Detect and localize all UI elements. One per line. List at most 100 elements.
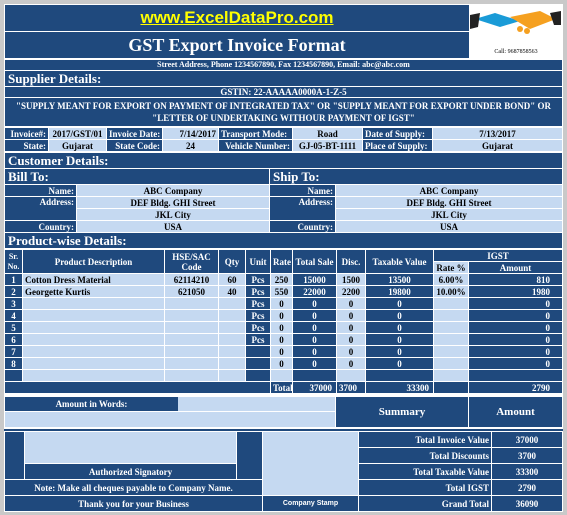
cell-sr[interactable]: 1: [4, 273, 23, 286]
cell-disc[interactable]: 1500: [336, 273, 366, 286]
cell-desc[interactable]: [22, 369, 165, 382]
cell-sr[interactable]: [4, 369, 23, 382]
cell-qty[interactable]: 40: [218, 285, 246, 298]
cell-rate[interactable]: [270, 369, 293, 382]
cell-igst-amount[interactable]: [468, 369, 563, 382]
cell-igst-rate[interactable]: [433, 321, 469, 334]
cell-igst-amount[interactable]: 0: [468, 345, 563, 358]
cell-desc[interactable]: [22, 345, 165, 358]
cell-disc[interactable]: 0: [336, 321, 366, 334]
cell-disc[interactable]: 0: [336, 357, 366, 370]
cell-code[interactable]: [164, 297, 219, 310]
cell-igst-rate[interactable]: [433, 357, 469, 370]
cell-rate[interactable]: 0: [270, 321, 293, 334]
cell-code[interactable]: [164, 345, 219, 358]
cell-disc[interactable]: 0: [336, 309, 366, 322]
cell-disc[interactable]: 0: [336, 345, 366, 358]
cell-qty[interactable]: [218, 357, 246, 370]
cell-igst-rate[interactable]: 6.00%: [433, 273, 469, 286]
cell-qty[interactable]: 60: [218, 273, 246, 286]
amount-words-value[interactable]: [4, 411, 336, 428]
cell-igst-rate[interactable]: [433, 369, 469, 382]
cell-unit[interactable]: Pcs: [245, 321, 271, 334]
cell-disc[interactable]: 2200: [336, 285, 366, 298]
cell-igst-amount[interactable]: 0: [468, 297, 563, 310]
cell-igst-amount[interactable]: 0: [468, 309, 563, 322]
cell-igst-rate[interactable]: [433, 309, 469, 322]
cell-disc[interactable]: [336, 369, 366, 382]
signature-area[interactable]: [24, 431, 237, 464]
cell-total[interactable]: 22000: [292, 285, 337, 298]
cell-desc[interactable]: Cotton Dress Material: [22, 273, 165, 286]
cell-qty[interactable]: [218, 297, 246, 310]
cell-rate[interactable]: 0: [270, 357, 293, 370]
cell-unit[interactable]: [245, 345, 271, 358]
cell-desc[interactable]: [22, 297, 165, 310]
cell-unit[interactable]: Pcs: [245, 297, 271, 310]
cell-code[interactable]: [164, 321, 219, 334]
cell-taxable[interactable]: 0: [365, 357, 434, 370]
cell-igst-amount[interactable]: 810: [468, 273, 563, 286]
cell-total[interactable]: 0: [292, 333, 337, 346]
cell-code[interactable]: 621050: [164, 285, 219, 298]
cell-taxable[interactable]: 19800: [365, 285, 434, 298]
cell-igst-amount[interactable]: 0: [468, 321, 563, 334]
cell-qty[interactable]: [218, 309, 246, 322]
cell-unit[interactable]: Pcs: [245, 285, 271, 298]
cell-desc[interactable]: [22, 333, 165, 346]
cell-code[interactable]: [164, 369, 219, 382]
cell-unit[interactable]: [245, 369, 271, 382]
cell-total[interactable]: 0: [292, 309, 337, 322]
cell-rate[interactable]: 0: [270, 309, 293, 322]
cell-desc[interactable]: [22, 309, 165, 322]
cell-desc[interactable]: Georgette Kurtis: [22, 285, 165, 298]
cell-taxable[interactable]: [365, 369, 434, 382]
cell-igst-amount[interactable]: 0: [468, 333, 563, 346]
cell-unit[interactable]: Pcs: [245, 333, 271, 346]
cell-total[interactable]: [292, 369, 337, 382]
cell-igst-amount[interactable]: 0: [468, 357, 563, 370]
cell-qty[interactable]: [218, 345, 246, 358]
cell-sr[interactable]: 3: [4, 297, 23, 310]
cell-code[interactable]: 62114210: [164, 273, 219, 286]
website-link[interactable]: www.ExcelDataPro.com: [4, 4, 470, 32]
cell-sr[interactable]: 2: [4, 285, 23, 298]
cell-disc[interactable]: 0: [336, 297, 366, 310]
cell-total[interactable]: 0: [292, 357, 337, 370]
stamp-area[interactable]: [262, 431, 359, 496]
cell-qty[interactable]: [218, 333, 246, 346]
cell-unit[interactable]: Pcs: [245, 309, 271, 322]
cell-igst-rate[interactable]: 10.00%: [433, 285, 469, 298]
cell-desc[interactable]: [22, 357, 165, 370]
cell-unit[interactable]: [245, 357, 271, 370]
cell-sr[interactable]: 6: [4, 333, 23, 346]
cell-taxable[interactable]: 0: [365, 333, 434, 346]
cell-desc[interactable]: [22, 321, 165, 334]
cell-taxable[interactable]: 0: [365, 345, 434, 358]
cell-unit[interactable]: Pcs: [245, 273, 271, 286]
cell-disc[interactable]: 0: [336, 333, 366, 346]
cell-taxable[interactable]: 0: [365, 309, 434, 322]
cell-sr[interactable]: 7: [4, 345, 23, 358]
cell-total[interactable]: 0: [292, 345, 337, 358]
cell-sr[interactable]: 5: [4, 321, 23, 334]
amount-words-field[interactable]: [178, 398, 335, 411]
cell-rate[interactable]: 0: [270, 345, 293, 358]
cell-total[interactable]: 15000: [292, 273, 337, 286]
cell-qty[interactable]: [218, 321, 246, 334]
cell-code[interactable]: [164, 357, 219, 370]
cell-total[interactable]: 0: [292, 297, 337, 310]
cell-rate[interactable]: 0: [270, 333, 293, 346]
cell-qty[interactable]: [218, 369, 246, 382]
cell-sr[interactable]: 8: [4, 357, 23, 370]
cell-rate[interactable]: 0: [270, 297, 293, 310]
cell-igst-amount[interactable]: 1980: [468, 285, 563, 298]
cell-igst-rate[interactable]: [433, 333, 469, 346]
cell-sr[interactable]: 4: [4, 309, 23, 322]
cell-taxable[interactable]: 0: [365, 297, 434, 310]
cell-code[interactable]: [164, 309, 219, 322]
cell-igst-rate[interactable]: [433, 297, 469, 310]
cell-total[interactable]: 0: [292, 321, 337, 334]
cell-taxable[interactable]: 0: [365, 321, 434, 334]
cell-rate[interactable]: 550: [270, 285, 293, 298]
